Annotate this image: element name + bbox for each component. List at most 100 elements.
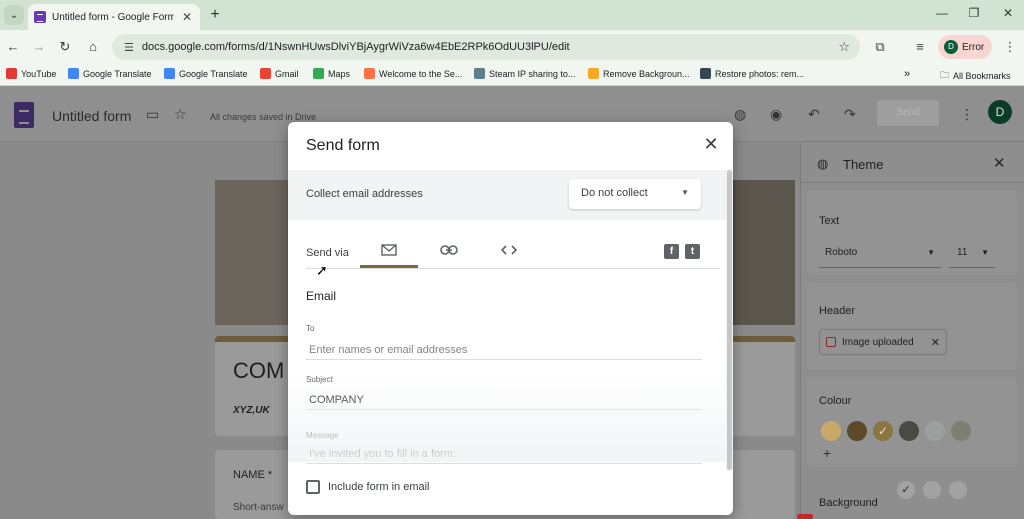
redo-icon[interactable]: ↷ — [844, 106, 856, 123]
folder-icon: 🗀 — [940, 70, 950, 80]
font-family-select[interactable]: Roboto ▼ — [819, 238, 941, 268]
background-swatch-selected[interactable]: ✓ — [897, 481, 915, 499]
bookmark-label: Maps — [328, 68, 351, 79]
message-field-label: Message — [306, 431, 339, 440]
header-section-label: Header — [819, 305, 856, 317]
background-swatch[interactable] — [949, 481, 967, 499]
font-size-select[interactable]: 11 ▼ — [949, 238, 995, 268]
envelope-icon — [381, 244, 397, 256]
profile-avatar: D — [944, 40, 958, 54]
form-heading[interactable]: COM — [233, 358, 284, 384]
site-icon — [700, 68, 711, 79]
restore-window-button[interactable]: ❐ — [964, 6, 984, 20]
colour-swatch[interactable] — [899, 421, 919, 441]
colour-swatch-selected[interactable]: ✓ — [873, 421, 893, 441]
form-description[interactable]: XYZ,UK — [233, 405, 270, 416]
preview-eye-icon[interactable]: ◉ — [770, 106, 782, 123]
scrollbar-thumb[interactable] — [727, 170, 732, 470]
colour-swatch[interactable] — [925, 421, 945, 441]
colour-section-label: Colour — [819, 395, 852, 407]
send-via-email-tab[interactable] — [360, 238, 418, 268]
customize-theme-icon[interactable]: ◍ — [734, 106, 746, 123]
bookmark-label: Remove Backgroun... — [603, 68, 690, 79]
send-via-link-tab[interactable] — [420, 238, 478, 268]
extensions-icon[interactable]: ⧉ — [872, 39, 888, 55]
reading-list-icon[interactable]: ≡ — [912, 39, 928, 54]
subject-input[interactable] — [306, 390, 702, 410]
bookmark-label: Restore photos: rem... — [715, 68, 805, 79]
send-via-embed-tab[interactable] — [480, 238, 538, 268]
send-button[interactable]: Send — [877, 100, 939, 126]
dropdown-arrow-icon: ▼ — [681, 188, 689, 197]
bookmark-label: Welcome to the Se... — [379, 68, 463, 79]
google-forms-logo-icon[interactable] — [14, 102, 34, 128]
colour-swatch[interactable] — [951, 421, 971, 441]
forward-button[interactable]: → — [30, 38, 48, 56]
more-bookmarks-chevron-icon[interactable]: » — [904, 68, 910, 80]
colour-swatch[interactable] — [821, 421, 841, 441]
dialog-scrollbar[interactable] — [726, 170, 733, 470]
to-field-label: To — [306, 324, 315, 333]
collect-email-select[interactable]: Do not collect ▼ — [569, 179, 701, 209]
reload-button[interactable]: ↻ — [56, 38, 74, 56]
close-tab-icon[interactable]: ✕ — [180, 10, 194, 24]
collect-email-value: Do not collect — [581, 187, 648, 199]
bookmark-star-icon[interactable]: ☆ — [838, 39, 850, 55]
bookmark-steam[interactable]: Steam IP sharing to... — [474, 68, 575, 79]
bookmark-youtube[interactable]: YouTube — [6, 68, 56, 79]
bookmark-remove-background[interactable]: Remove Backgroun... — [588, 68, 690, 79]
back-button[interactable]: ← — [4, 38, 22, 56]
url-text: docs.google.com/forms/d/1NswnHUwsDlviYBj… — [141, 41, 570, 53]
tab-search-button[interactable]: ⌄ — [4, 5, 24, 25]
header-image-chip[interactable]: Image uploaded ✕ — [819, 329, 947, 355]
close-dialog-icon[interactable]: ✕ — [700, 134, 722, 155]
profile-error-button[interactable]: D Error — [938, 35, 992, 59]
to-input[interactable] — [306, 340, 702, 360]
dropdown-arrow-icon: ▼ — [981, 248, 989, 257]
close-theme-panel-icon[interactable]: ✕ — [993, 154, 1006, 172]
home-button[interactable]: ⌂ — [84, 38, 102, 56]
facebook-share-icon[interactable]: f — [664, 244, 679, 259]
include-form-checkbox-row[interactable]: Include form in email — [306, 480, 430, 494]
include-form-label: Include form in email — [328, 481, 430, 493]
checkmark-icon: ✓ — [901, 484, 911, 496]
browser-tab-strip: ⌄ Untitled form - Google Forms ✕ + — ❐ ✕ — [0, 0, 1024, 30]
background-swatch[interactable] — [923, 481, 941, 499]
bookmark-google-translate[interactable]: Google Translate — [68, 68, 152, 79]
remove-header-image-icon[interactable]: ✕ — [931, 336, 940, 349]
move-to-folder-icon[interactable]: ▭ — [146, 106, 159, 123]
bookmark-gmail[interactable]: Gmail — [260, 68, 299, 79]
save-status: All changes saved in Drive — [210, 112, 317, 122]
header-chip-label: Image uploaded — [842, 336, 914, 348]
image-icon — [826, 337, 836, 347]
close-window-button[interactable]: ✕ — [998, 6, 1018, 20]
user-avatar[interactable]: D — [988, 100, 1012, 124]
colour-swatch[interactable] — [847, 421, 867, 441]
undo-icon[interactable]: ↶ — [808, 106, 820, 123]
bookmark-restore-photos[interactable]: Restore photos: rem... — [700, 68, 804, 79]
background-section-label: Background — [819, 497, 878, 509]
address-bar[interactable]: ☰ docs.google.com/forms/d/1NswnHUwsDlviY… — [112, 34, 860, 60]
palette-icon: ◍ — [817, 156, 829, 171]
include-form-checkbox[interactable] — [306, 480, 320, 494]
message-input[interactable] — [306, 444, 702, 464]
form-title[interactable]: Untitled form — [52, 108, 131, 124]
bookmark-google-translate-2[interactable]: Google Translate — [164, 68, 248, 79]
minimize-window-button[interactable]: — — [932, 6, 952, 20]
star-icon[interactable]: ☆ — [174, 106, 187, 123]
browser-tab-forms[interactable]: Untitled form - Google Forms ✕ — [28, 4, 200, 30]
bookmark-welcome[interactable]: Welcome to the Se... — [364, 68, 462, 79]
header-section — [807, 283, 1017, 369]
font-family-value: Roboto — [825, 247, 858, 258]
add-custom-colour-icon[interactable]: + — [823, 445, 831, 461]
bookmark-maps[interactable]: Maps — [313, 68, 350, 79]
all-bookmarks-button[interactable]: 🗀 All Bookmarks — [940, 68, 1011, 84]
email-section-title: Email — [306, 289, 337, 303]
bookmarks-bar: YouTube Google Translate Google Translat… — [0, 64, 1024, 86]
new-tab-button[interactable]: + — [206, 6, 224, 24]
site-info-icon[interactable]: ☰ — [124, 41, 134, 54]
twitter-share-icon[interactable]: t — [685, 244, 700, 259]
more-options-icon[interactable]: ⋮ — [960, 106, 974, 123]
youtube-icon — [6, 68, 17, 79]
browser-menu-icon[interactable]: ⋮ — [1002, 39, 1018, 55]
